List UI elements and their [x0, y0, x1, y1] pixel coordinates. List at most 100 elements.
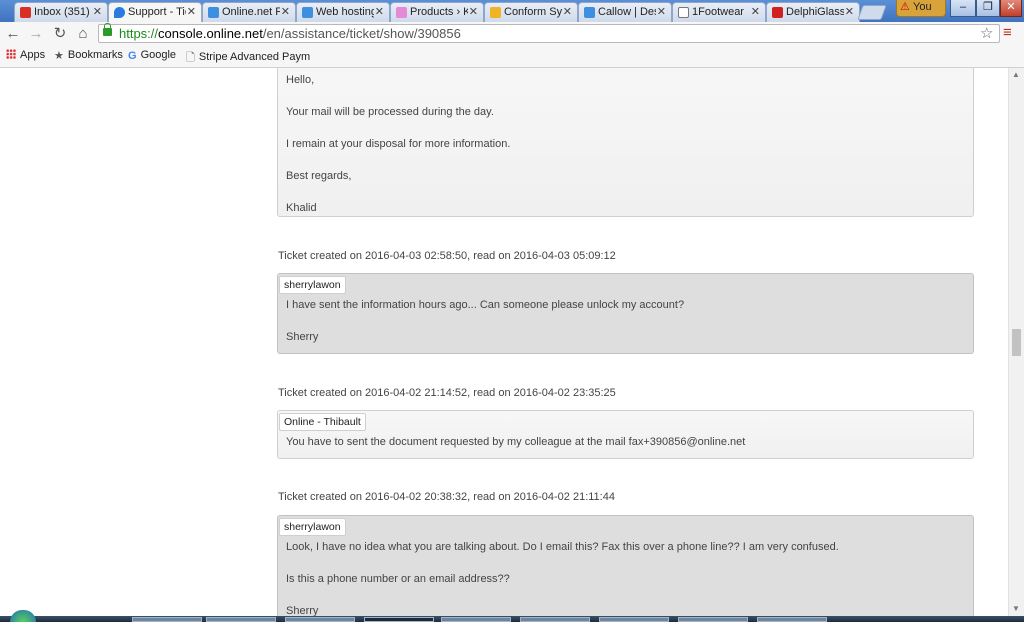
close-tab-icon[interactable]: ✕	[281, 5, 290, 18]
taskbar-item[interactable]	[441, 617, 511, 622]
close-tab-icon[interactable]: ✕	[845, 5, 854, 18]
windows-taskbar	[0, 610, 1024, 622]
message-line: I have sent the information hours ago...…	[286, 299, 685, 311]
google-icon: G	[128, 50, 137, 62]
taskbar-item[interactable]	[599, 617, 669, 622]
forward-button[interactable]: →	[27, 25, 45, 43]
bookmark-apps[interactable]: Apps	[6, 49, 45, 61]
tab-title: Web hosting	[316, 6, 374, 18]
url-path: /en/assistance/ticket/show/390856	[262, 26, 461, 41]
tab-title: 1Footwear	[692, 6, 744, 18]
close-window-button[interactable]: ✕	[1000, 0, 1022, 17]
star-icon: ★	[54, 50, 64, 62]
browser-toolbar: ← → ↻ ⌂ https://console.online.net/en/as…	[0, 22, 1024, 47]
url-text: https://console.online.net/en/assistance…	[119, 26, 461, 41]
close-tab-icon[interactable]: ✕	[751, 5, 760, 18]
bookmarks-bar: Apps ★ Bookmarks G Google 🗋 Stripe Advanced…	[0, 46, 1024, 68]
tab-title: Callow | Design	[598, 6, 656, 18]
ticket-meta: Ticket created on 2016-04-02 20:38:32, r…	[278, 491, 615, 503]
author-badge: sherrylawon	[279, 518, 346, 536]
bookmark-label: Bookmarks	[67, 49, 123, 61]
tab-inbox[interactable]: Inbox (351) ✕	[14, 2, 108, 22]
scrollbar-thumb[interactable]	[1012, 329, 1021, 356]
message-line: I remain at your disposal for more infor…	[286, 138, 511, 150]
online-net-icon	[302, 7, 313, 18]
home-button[interactable]: ⌂	[74, 25, 92, 43]
profile-button[interactable]: ⚠ You	[896, 0, 946, 17]
close-tab-icon[interactable]: ✕	[375, 5, 384, 18]
tab-title: Support - Ticket	[128, 6, 186, 18]
maximize-button[interactable]: ❐	[976, 0, 1000, 17]
message-line: Sherry	[286, 331, 319, 343]
bookmark-label: Apps	[20, 49, 46, 61]
tab-title: Products › Kickstarter	[410, 6, 468, 18]
taskbar-item[interactable]	[132, 617, 202, 622]
tab-strip: Inbox (351) ✕ Support - Ticket ✕ Online.…	[0, 0, 1024, 23]
close-tab-icon[interactable]: ✕	[657, 5, 666, 18]
message-line: Sherry	[286, 605, 319, 616]
tab-web-hosting[interactable]: Web hosting ✕	[296, 2, 390, 22]
warning-icon: ⚠	[900, 1, 910, 13]
message-line: Look, I have no idea what you are talkin…	[286, 541, 839, 553]
ticket-message: Online - Thibault You have to sent the d…	[277, 410, 974, 459]
tab-title: Inbox (351)	[34, 6, 90, 18]
message-line: Khalid	[286, 202, 317, 214]
message-line: Is this a phone number or an email addre…	[286, 573, 510, 585]
products-icon	[396, 7, 407, 18]
url-host: console.online.net	[158, 26, 263, 41]
url-scheme: https://	[119, 26, 159, 41]
support-favicon-icon	[114, 7, 125, 18]
close-tab-icon[interactable]: ✕	[187, 5, 196, 18]
taskbar-item[interactable]	[678, 617, 748, 622]
back-button[interactable]: ←	[4, 25, 22, 43]
tab-1footwear[interactable]: 1Footwear ✕	[672, 2, 766, 22]
close-tab-icon[interactable]: ✕	[469, 5, 478, 18]
author-badge: Online - Thibault	[279, 413, 366, 431]
ticket-message: Hello, Your mail will be processed durin…	[277, 68, 974, 217]
reload-button[interactable]: ↻	[51, 25, 69, 43]
tab-title: Online.net Free	[222, 6, 280, 18]
close-tab-icon[interactable]: ✕	[93, 5, 102, 18]
minimize-button[interactable]: –	[950, 0, 976, 17]
tab-online-net[interactable]: Online.net Free ✕	[202, 2, 296, 22]
taskbar-item[interactable]	[285, 617, 355, 622]
gmail-icon	[20, 7, 31, 18]
bookmark-stripe[interactable]: 🗋 Stripe Advanced Paym	[186, 49, 310, 68]
page-scrollbar[interactable]: ▲ ▼	[1008, 68, 1024, 616]
bookmark-bookmarks[interactable]: ★ Bookmarks	[54, 49, 123, 62]
callow-icon	[584, 7, 595, 18]
tab-conform[interactable]: Conform Systems ✕	[484, 2, 578, 22]
tab-products[interactable]: Products › Kickstarter ✕	[390, 2, 484, 22]
tab-delphiglass[interactable]: DelphiGlass ✕	[766, 2, 860, 22]
ticket-meta: Ticket created on 2016-04-02 21:14:52, r…	[278, 387, 616, 399]
taskbar-item[interactable]	[757, 617, 827, 622]
page-icon: 🗋	[186, 52, 195, 64]
online-net-icon	[208, 7, 219, 18]
taskbar-item[interactable]	[520, 617, 590, 622]
taskbar-item[interactable]	[364, 617, 434, 622]
taskbar-item[interactable]	[206, 617, 276, 622]
conform-icon	[490, 7, 501, 18]
author-badge: sherrylawon	[279, 276, 346, 294]
delphiglass-icon	[772, 7, 783, 18]
close-tab-icon[interactable]: ✕	[563, 5, 572, 18]
message-line: Hello,	[286, 74, 315, 86]
ticket-meta: Ticket created on 2016-04-03 02:58:50, r…	[278, 250, 616, 262]
bookmark-label: Stripe Advanced Paym	[198, 51, 311, 63]
page-icon	[678, 7, 689, 18]
profile-label: You	[913, 1, 932, 13]
tab-support[interactable]: Support - Ticket ✕	[108, 2, 202, 23]
message-line: You have to sent the document requested …	[286, 436, 746, 448]
apps-grid-icon	[6, 49, 16, 59]
scroll-up-icon[interactable]: ▲	[1012, 70, 1020, 79]
address-bar[interactable]: https://console.online.net/en/assistance…	[98, 23, 1000, 43]
scroll-down-icon[interactable]: ▼	[1012, 604, 1020, 613]
new-tab-button[interactable]	[857, 5, 887, 20]
ticket-message: sherrylawon Look, I have no idea what yo…	[277, 515, 974, 616]
bookmark-google[interactable]: G Google	[128, 49, 176, 62]
bookmark-star-icon[interactable]: ☆	[980, 24, 993, 42]
ticket-thread: Hello, Your mail will be processed durin…	[0, 68, 1008, 616]
tab-callow[interactable]: Callow | Design ✕	[578, 2, 672, 22]
message-line: Your mail will be processed during the d…	[286, 106, 494, 118]
chrome-menu-icon[interactable]: ≡	[1003, 24, 1012, 41]
